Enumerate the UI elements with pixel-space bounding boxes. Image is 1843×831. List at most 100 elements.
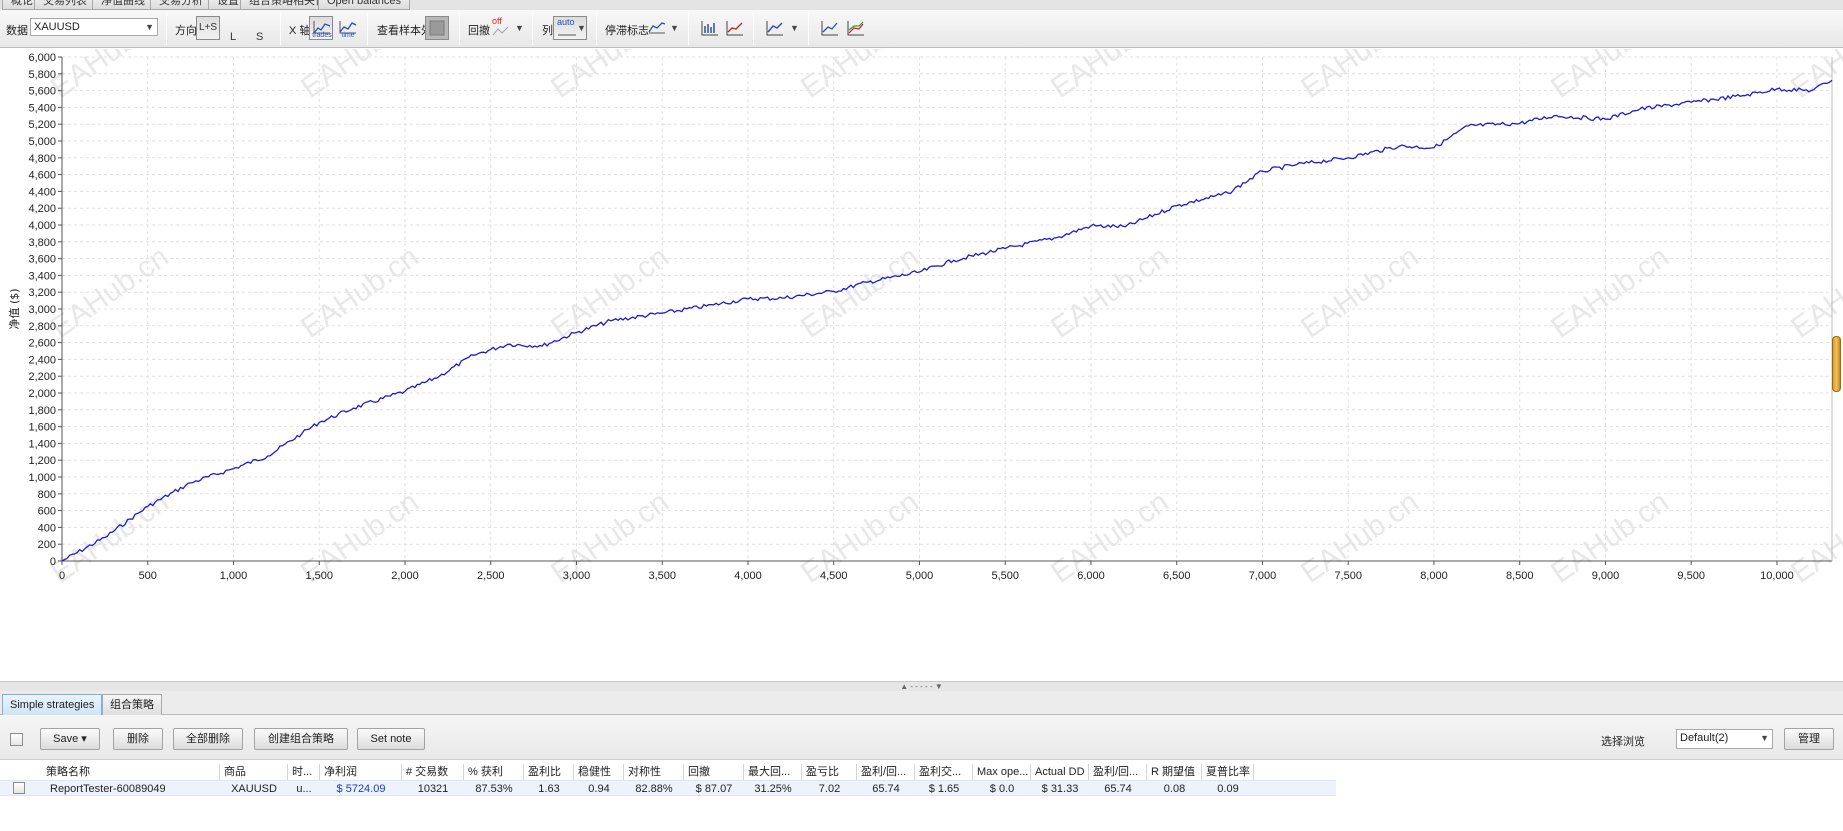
out-of-sample-toggle[interactable]	[425, 16, 449, 40]
compare-chart-button[interactable]	[817, 16, 841, 40]
select-view-label: 选择浏览	[1601, 736, 1645, 748]
xaxis-trades-button[interactable]: trades	[309, 16, 333, 40]
tab-open-balances[interactable]: Open balances	[318, 0, 410, 10]
table-cell: 87.53%	[475, 783, 513, 795]
toolbar-divider	[808, 13, 809, 45]
x-tick-label: 1,000	[220, 570, 248, 582]
tab-equity-curve[interactable]: 净值曲线	[92, 0, 154, 10]
multi-series-chart-icon	[847, 21, 864, 36]
column-header[interactable]: 商品	[220, 764, 288, 780]
y-tick-label: 5,800	[28, 69, 56, 81]
table-cell: $ 87.07	[695, 783, 733, 795]
view-select-value: Default(2)	[1680, 732, 1729, 744]
chevron-down-icon[interactable]: ▼	[515, 23, 524, 33]
toolbar-divider	[459, 13, 460, 45]
column-header[interactable]: 净利润	[320, 764, 402, 780]
column-header[interactable]: 稳健性	[574, 764, 624, 780]
select-all-checkbox[interactable]	[10, 733, 23, 746]
direction-long-short-button[interactable]: L+S	[196, 16, 220, 40]
x-tick-label: 0	[59, 570, 65, 582]
column-header[interactable]: Actual DD	[1031, 764, 1089, 780]
chevron-down-icon[interactable]: ▼	[670, 23, 679, 33]
y-tick-label: 1,600	[28, 422, 56, 434]
strategy-table: 策略名称 商品 时... 净利润 # 交易数% 获利 盈利比 稳健性 对称性 回撤 最大回... 盈…	[0, 759, 1843, 831]
column-header[interactable]: 盈利比	[524, 764, 574, 780]
y-tick-label: 4,800	[28, 153, 56, 165]
tab-trade-analysis[interactable]: 交易分析	[150, 0, 212, 10]
create-portfolio-button[interactable]: 创建组合策略	[254, 728, 348, 750]
table-row[interactable]: ReportTester-60089049 XAUUSD u... $ 5724.09…	[0, 780, 1336, 796]
view-select[interactable]: Default(2) ▼	[1676, 729, 1773, 749]
table-cell: 0.08	[1163, 783, 1186, 795]
chart-style-button[interactable]	[762, 16, 786, 40]
column-header[interactable]: 夏普比率	[1202, 764, 1254, 780]
delete-all-button[interactable]: 全部删除	[173, 728, 243, 750]
x-tick-label: 4,500	[820, 570, 848, 582]
column-header[interactable]: # 交易数	[402, 764, 464, 780]
table-cell: $ 1.65	[928, 783, 960, 795]
line-chart-view-button[interactable]	[722, 16, 746, 40]
column-header[interactable]: 盈利交...	[915, 764, 973, 780]
tab-trade-list[interactable]: 交易列表	[34, 0, 96, 10]
column-header[interactable]: Max ope...	[973, 764, 1031, 780]
compare-chart-icon	[821, 21, 838, 36]
x-tick-label: 500	[139, 570, 157, 582]
column-header[interactable]: 时...	[288, 764, 320, 780]
column-header[interactable]: 回撤	[684, 764, 744, 780]
toolbar-divider	[753, 13, 754, 45]
row-checkbox[interactable]	[13, 782, 25, 794]
table-cell: 31.25%	[754, 783, 792, 795]
column-header[interactable]: 对称性	[624, 764, 684, 780]
x-tick-label: 9,500	[1677, 570, 1705, 582]
equity-chart: EAHub.cn EAHub.cn EAHub.cn EAHub.cn EAHub.cn…	[0, 49, 1843, 681]
table-cell: XAUUSD	[231, 783, 277, 795]
column-header[interactable]: 盈亏比	[802, 764, 857, 780]
y-tick-label: 3,000	[28, 304, 56, 316]
out-of-sample-label: 查看样本外	[377, 25, 432, 37]
save-button[interactable]: Save ▾	[40, 728, 100, 750]
table-cell: $ 0.0	[989, 783, 1015, 795]
x-tick-label: 1,500	[305, 570, 333, 582]
manage-button[interactable]: 管理	[1784, 728, 1834, 750]
y-tick-label: 3,600	[28, 254, 56, 266]
y-tick-label: 5,600	[28, 86, 56, 98]
column-header[interactable]: 盈利/回...	[857, 764, 915, 780]
y-tick-label: 2,200	[28, 371, 56, 383]
column-header[interactable]: % 获利	[464, 764, 524, 780]
y-axis-label: 净值 ($)	[7, 288, 21, 329]
drawdown-label: 回撤	[468, 25, 490, 37]
multi-series-chart-button[interactable]	[843, 16, 867, 40]
y-tick-label: 2,000	[28, 388, 56, 400]
drawdown-icon	[492, 26, 509, 36]
toolbar-divider	[280, 13, 281, 45]
column-header[interactable]: 策略名称	[42, 764, 220, 780]
direction-short-button[interactable]: S	[256, 31, 263, 43]
direction-long-button[interactable]: L	[230, 31, 236, 43]
column-header[interactable]: R 期望值	[1147, 764, 1202, 780]
toggle-square-icon	[429, 20, 445, 36]
tab-simple-strategies[interactable]: Simple strategies	[2, 694, 103, 715]
y-tick-label: 1,400	[28, 438, 56, 450]
tab-portfolio-strategies[interactable]: 组合策略	[102, 694, 162, 715]
x-tick-label: 4,000	[734, 570, 762, 582]
vertical-scroll-handle[interactable]	[1832, 336, 1841, 392]
column-header[interactable]: 盈利/回...	[1089, 764, 1147, 780]
drawdown-toggle[interactable]: off	[488, 16, 512, 40]
app-root: 概论 交易列表 净值曲线 交易分析 设置 组合策略相关性 Open balanc…	[0, 0, 1843, 831]
stagnation-toggle[interactable]	[644, 16, 668, 40]
toolbar-divider	[596, 13, 597, 45]
delete-button[interactable]: 删除	[113, 728, 163, 750]
set-note-button[interactable]: Set note	[357, 728, 425, 750]
direction-long-short-label: L+S	[199, 22, 218, 33]
x-tick-label: 3,000	[563, 570, 591, 582]
x-tick-label: 3,500	[648, 570, 676, 582]
data-select[interactable]: XAUUSD ▼	[30, 18, 158, 36]
y-tick-label: 4,400	[28, 186, 56, 198]
panel-splitter[interactable]: ▲ - - - - - ▼	[0, 681, 1843, 691]
x-tick-label: 5,000	[906, 570, 934, 582]
bar-chart-view-button[interactable]	[697, 16, 721, 40]
chevron-down-icon[interactable]: ▼	[790, 23, 799, 33]
column-header[interactable]: 最大回...	[744, 764, 802, 780]
chevron-down-icon[interactable]: ▼	[577, 23, 586, 33]
xaxis-time-button[interactable]: time	[335, 16, 359, 40]
